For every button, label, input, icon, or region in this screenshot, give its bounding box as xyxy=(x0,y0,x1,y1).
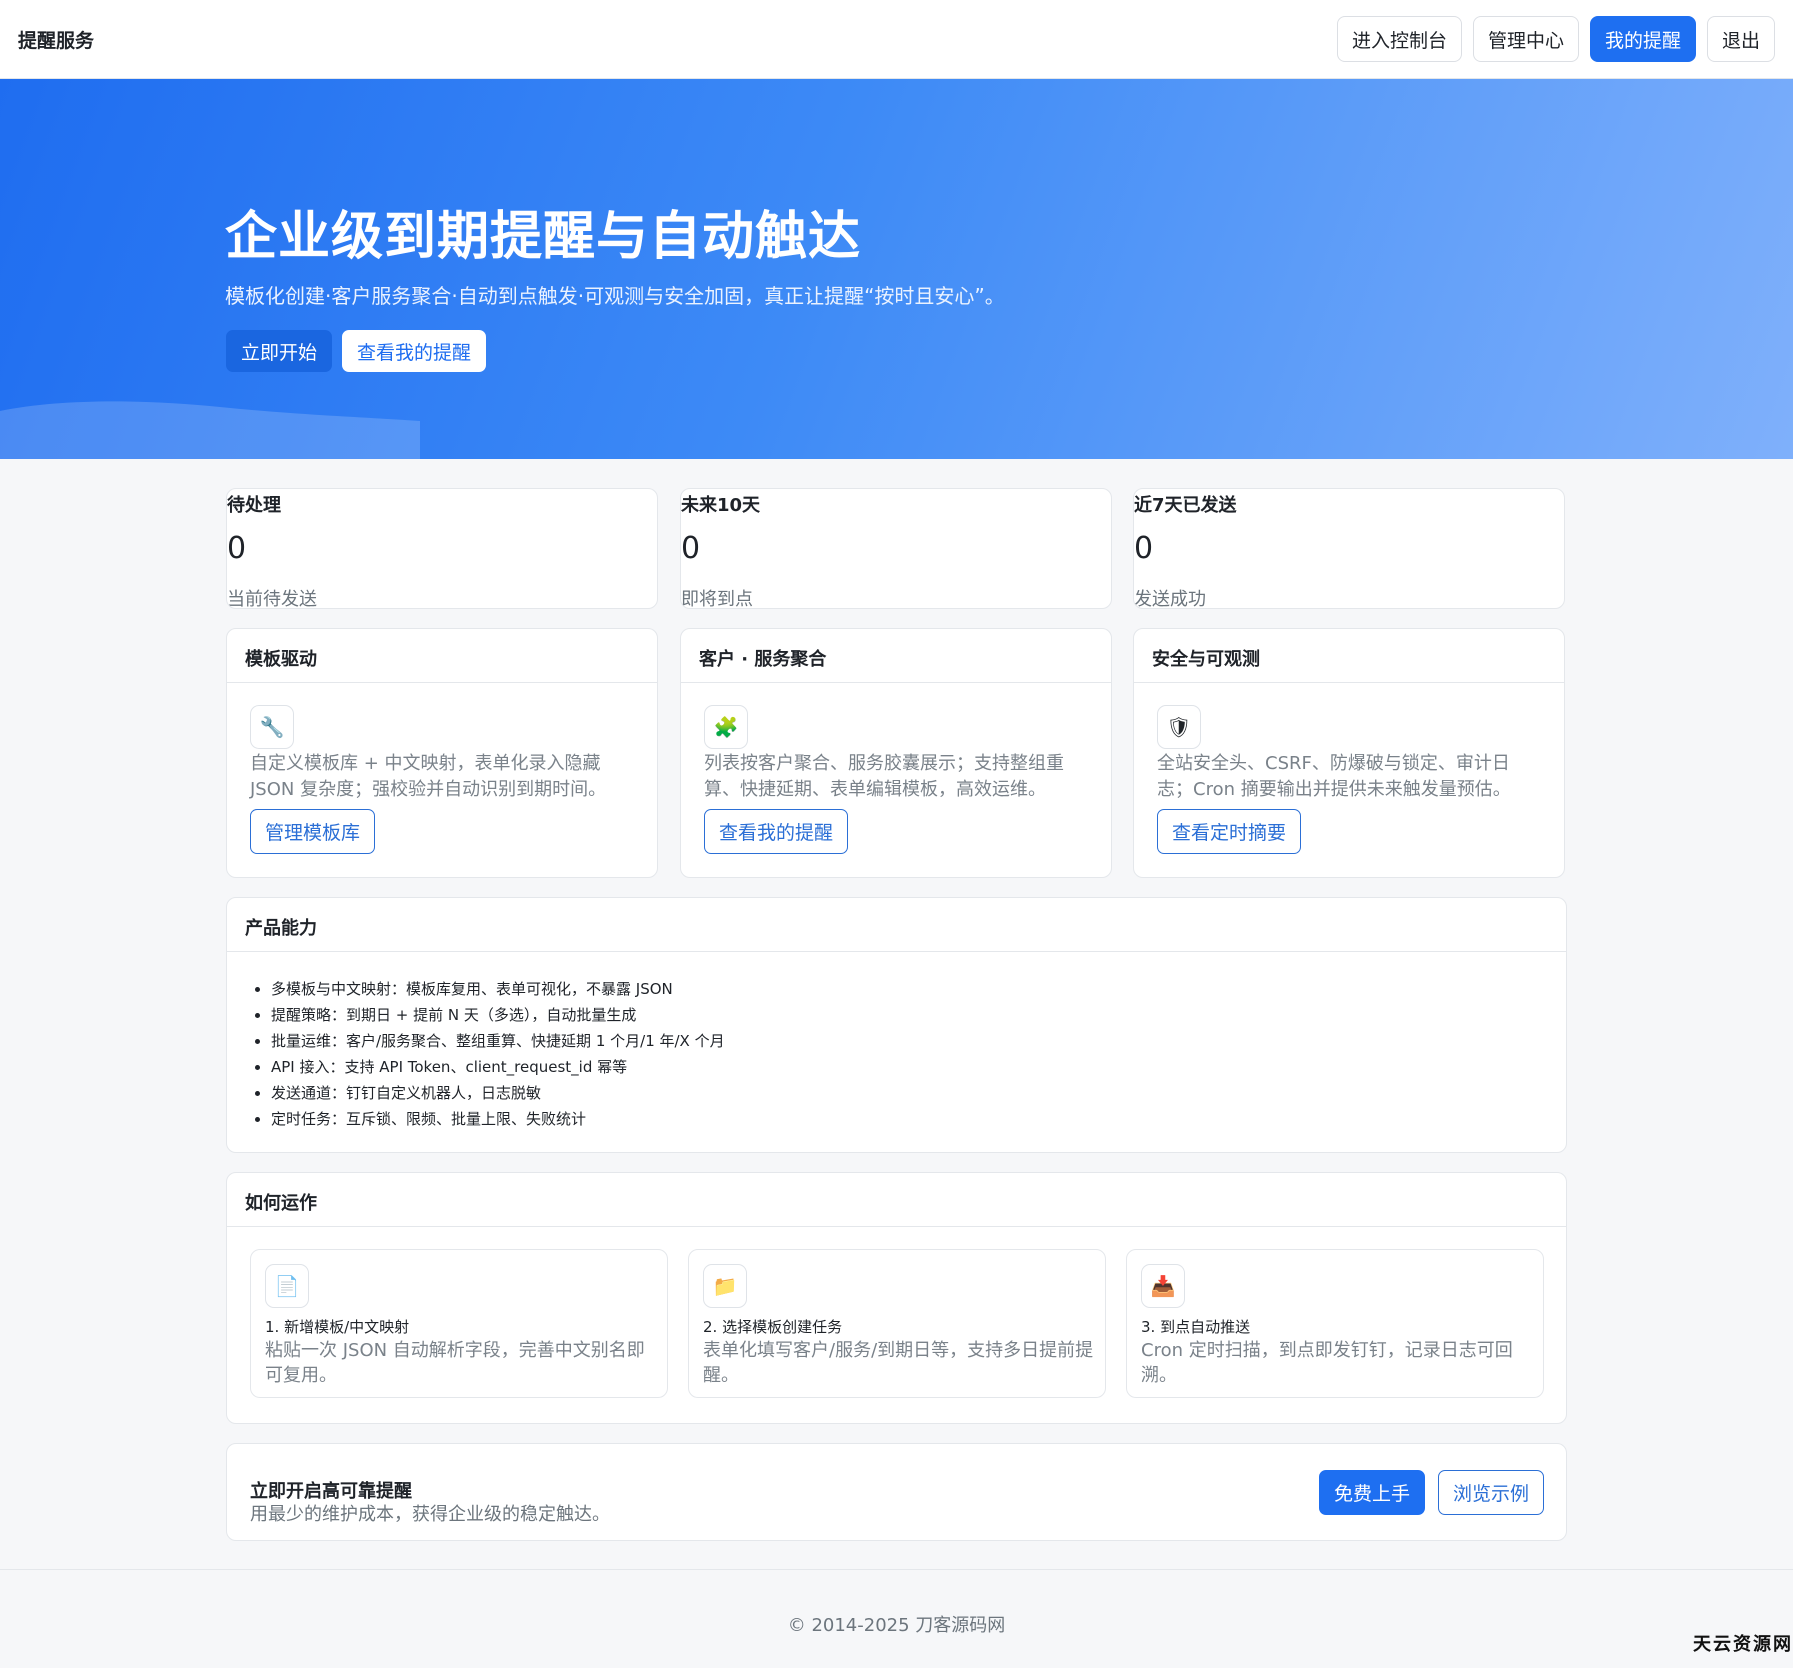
stat-note: 当前待发送 xyxy=(227,589,317,609)
stat-card-pending: 待处理 0 当前待发送 xyxy=(226,488,658,609)
browse-examples-button[interactable]: 浏览示例 xyxy=(1437,1470,1544,1515)
my-reminders-button[interactable]: 我的提醒 xyxy=(1589,16,1696,62)
manage-templates-button[interactable]: 管理模板库 xyxy=(250,809,376,854)
feature-card-aggregation: 客户 · 服务聚合 🧩 列表按客户聚合、服务胶囊展示；支持整组重算、快捷延期、表… xyxy=(680,628,1112,878)
panel-title: 如何运作 xyxy=(227,1173,1566,1227)
list-item: API 接入：支持 API Token、client_request_id 幂等 xyxy=(271,1054,1566,1080)
step-card: 📁 2. 选择模板创建任务 表单化填写客户/服务/到期日等，支持多日提前提醒。 xyxy=(688,1249,1106,1398)
top-navbar: 提醒服务 进入控制台 管理中心 我的提醒 退出 xyxy=(0,0,1793,79)
capabilities-list: 多模板与中文映射：模板库复用、表单可视化，不暴露 JSON 提醒策略：到期日 +… xyxy=(227,952,1566,1132)
logout-button[interactable]: 退出 xyxy=(1706,16,1775,62)
stat-value: 0 xyxy=(681,531,701,566)
stat-card-next-10-days: 未来10天 0 即将到点 xyxy=(680,488,1112,609)
stat-note: 即将到点 xyxy=(681,589,753,609)
puzzle-icon: 🧩 xyxy=(704,705,748,749)
wrench-icon: 🔧 xyxy=(250,705,294,749)
step-description: 粘贴一次 JSON 自动解析字段，完善中文别名即可复用。 xyxy=(265,1340,645,1386)
stat-label: 未来10天 xyxy=(681,495,761,516)
inbox-tray-icon: 📥 xyxy=(1141,1264,1185,1308)
step-card: 📄 1. 新增模板/中文映射 粘贴一次 JSON 自动解析字段，完善中文别名即可… xyxy=(250,1249,668,1398)
stat-value: 0 xyxy=(227,531,247,566)
feature-card-security: 安全与可观测 🛡 全站安全头、CSRF、防爆破与锁定、审计日志；Cron 摘要输… xyxy=(1133,628,1565,878)
document-icon: 📄 xyxy=(265,1264,309,1308)
stat-note: 发送成功 xyxy=(1134,589,1206,609)
hero-wave-decoration xyxy=(0,401,420,459)
step-description: 表单化填写客户/服务/到期日等，支持多日提前提醒。 xyxy=(703,1340,1094,1386)
how-it-works-panel: 如何运作 📄 1. 新增模板/中文映射 粘贴一次 JSON 自动解析字段，完善中… xyxy=(226,1172,1567,1424)
cta-panel: 立即开启高可靠提醒 用最少的维护成本，获得企业级的稳定触达。 免费上手 浏览示例 xyxy=(226,1443,1567,1541)
view-cron-summary-button[interactable]: 查看定时摘要 xyxy=(1157,809,1302,854)
stat-card-sent-7-days: 近7天已发送 0 发送成功 xyxy=(1133,488,1565,609)
folder-icon: 📁 xyxy=(703,1264,747,1308)
stat-label: 待处理 xyxy=(227,495,281,516)
feature-description: 自定义模板库 + 中文映射，表单化录入隐藏 JSON 复杂度；强校验并自动识别到… xyxy=(250,753,607,800)
feature-title: 客户 · 服务聚合 xyxy=(681,629,1111,683)
copyright-text: © 2014-2025 刀客源码网 xyxy=(787,1615,1006,1636)
list-item: 多模板与中文映射：模板库复用、表单可视化，不暴露 JSON xyxy=(271,976,1566,1002)
stat-value: 0 xyxy=(1134,531,1154,566)
start-now-button[interactable]: 立即开始 xyxy=(226,330,333,372)
feature-title: 安全与可观测 xyxy=(1134,629,1564,683)
feature-card-template: 模板驱动 🔧 自定义模板库 + 中文映射，表单化录入隐藏 JSON 复杂度；强校… xyxy=(226,628,658,878)
capabilities-panel: 产品能力 多模板与中文映射：模板库复用、表单可视化，不暴露 JSON 提醒策略：… xyxy=(226,897,1567,1153)
feature-description: 全站安全头、CSRF、防爆破与锁定、审计日志；Cron 摘要输出并提供未来触发量… xyxy=(1157,753,1511,800)
hero-banner: 企业级到期提醒与自动触达 模板化创建·客户服务聚合·自动到点触发·可观测与安全加… xyxy=(0,79,1793,459)
admin-center-button[interactable]: 管理中心 xyxy=(1472,16,1579,62)
list-item: 批量运维：客户/服务聚合、整组重算、快捷延期 1 个月/1 年/X 个月 xyxy=(271,1028,1566,1054)
step-title: 1. 新增模板/中文映射 xyxy=(265,1318,410,1336)
stat-label: 近7天已发送 xyxy=(1134,495,1237,516)
step-card: 📥 3. 到点自动推送 Cron 定时扫描，到点即发钉钉，记录日志可回溯。 xyxy=(1126,1249,1544,1398)
list-item: 提醒策略：到期日 + 提前 N 天（多选），自动批量生成 xyxy=(271,1002,1566,1028)
brand-logo[interactable]: 提醒服务 xyxy=(18,26,94,53)
watermark-text: 天云资源网 xyxy=(1693,1634,1793,1655)
console-button[interactable]: 进入控制台 xyxy=(1336,16,1462,62)
list-item: 发送通道：钉钉自定义机器人，日志脱敏 xyxy=(271,1080,1566,1106)
list-item: 定时任务：互斥锁、限频、批量上限、失败统计 xyxy=(271,1106,1566,1132)
view-reminders-button[interactable]: 查看我的提醒 xyxy=(704,809,849,854)
hero-subtitle: 模板化创建·客户服务聚合·自动到点触发·可观测与安全加固，真正让提醒“按时且安心… xyxy=(225,284,1005,308)
panel-title: 产品能力 xyxy=(227,898,1566,952)
view-my-reminders-button[interactable]: 查看我的提醒 xyxy=(342,330,487,372)
step-title: 3. 到点自动推送 xyxy=(1141,1318,1251,1336)
hero-title: 企业级到期提醒与自动触达 xyxy=(225,207,862,267)
shield-icon: 🛡 xyxy=(1157,705,1201,749)
nav-buttons: 进入控制台 管理中心 我的提醒 退出 xyxy=(1336,16,1775,62)
feature-title: 模板驱动 xyxy=(227,629,657,683)
free-start-button[interactable]: 免费上手 xyxy=(1318,1470,1425,1515)
step-title: 2. 选择模板创建任务 xyxy=(703,1318,843,1336)
feature-description: 列表按客户聚合、服务胶囊展示；支持整组重算、快捷延期、表单编辑模板，高效运维。 xyxy=(704,753,1064,800)
footer: © 2014-2025 刀客源码网 xyxy=(0,1569,1793,1668)
step-description: Cron 定时扫描，到点即发钉钉，记录日志可回溯。 xyxy=(1141,1340,1513,1386)
cta-subtitle: 用最少的维护成本，获得企业级的稳定触达。 xyxy=(250,1504,610,1525)
